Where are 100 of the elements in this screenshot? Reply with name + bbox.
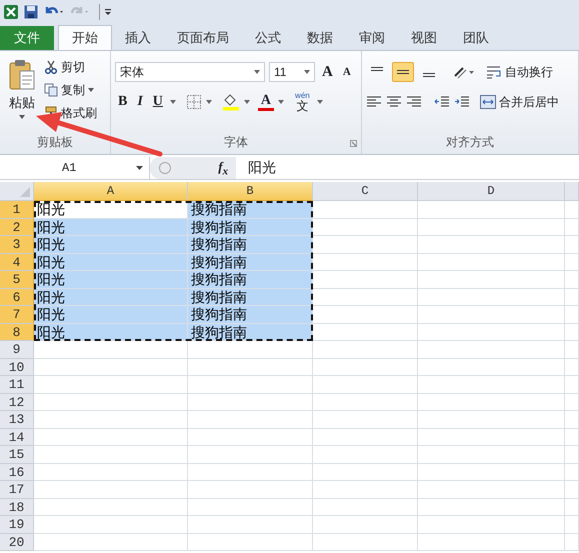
clipboard-icon — [8, 59, 36, 91]
row-header[interactable]: 19 — [0, 516, 34, 534]
table-cell: 阳光 — [34, 236, 188, 254]
table-cell: 阳光 — [34, 254, 188, 271]
row-header[interactable]: 11 — [0, 376, 34, 394]
wrap-text-button[interactable]: 自动换行 — [486, 62, 553, 82]
row-header[interactable]: 14 — [0, 428, 34, 446]
table-cell — [565, 324, 579, 341]
table-cell — [565, 341, 579, 358]
ribbon-tab[interactable]: 视图 — [398, 26, 450, 50]
table-cell: 搜狗指南 — [188, 254, 313, 271]
row-header[interactable]: 10 — [0, 358, 34, 376]
table-cell — [565, 394, 579, 411]
row-header[interactable]: 18 — [0, 498, 34, 516]
fill-bucket-icon[interactable] — [222, 93, 240, 111]
table-cell — [565, 428, 579, 446]
table-cell — [565, 464, 579, 481]
caret-icon — [19, 115, 25, 119]
row-header[interactable]: 12 — [0, 394, 34, 411]
row-header[interactable]: 4 — [0, 254, 34, 271]
copy-icon — [44, 83, 58, 97]
row-header[interactable]: 3 — [0, 236, 34, 254]
table-cell: 阳光 — [34, 271, 188, 288]
save-icon[interactable] — [23, 4, 39, 20]
ribbon-tab[interactable]: 公式 — [242, 26, 294, 50]
caret-icon — [170, 100, 176, 104]
row-header[interactable]: 15 — [0, 446, 34, 464]
scissors-icon — [44, 60, 58, 74]
formula-input[interactable]: 阳光 — [236, 159, 276, 177]
column-header[interactable]: B — [188, 182, 313, 201]
shrink-font-button[interactable]: A — [340, 66, 354, 78]
table-cell: 搜狗指南 — [188, 306, 313, 324]
ribbon-tab[interactable]: 文件 — [0, 26, 54, 50]
column-header[interactable]: A — [34, 182, 188, 201]
row-header[interactable]: 6 — [0, 288, 34, 306]
ribbon-tab[interactable]: 插入 — [112, 26, 164, 50]
table-cell — [565, 254, 579, 271]
wrap-text-icon — [486, 65, 502, 79]
ribbon-tab[interactable]: 开始 — [58, 25, 112, 50]
table-cell: 阳光 — [34, 218, 188, 236]
table-cell: 阳光 — [34, 288, 188, 306]
caret-icon — [206, 100, 212, 104]
table-cell — [565, 201, 579, 218]
paste-button[interactable]: 粘贴 — [4, 57, 40, 134]
row-header[interactable]: 8 — [0, 324, 34, 341]
column-header[interactable]: D — [418, 182, 565, 201]
row-header[interactable]: 1 — [0, 201, 34, 218]
row-header[interactable]: 7 — [0, 306, 34, 324]
font-color-button[interactable]: A — [258, 94, 274, 110]
table-cell: 阳光 — [34, 306, 188, 324]
underline-button[interactable]: U — [150, 94, 166, 110]
group-label: 对齐方式 — [446, 134, 494, 151]
row-header[interactable]: 17 — [0, 481, 34, 498]
font-size-dropdown[interactable]: 11 — [269, 62, 315, 82]
align-right-icon[interactable] — [406, 95, 422, 109]
grow-font-button[interactable]: A — [319, 64, 336, 80]
phonetic-button[interactable]: wén 文 — [292, 92, 313, 112]
excel-logo-icon[interactable] — [3, 4, 19, 20]
align-top-icon — [370, 67, 384, 71]
ribbon-tab[interactable]: 团队 — [450, 26, 502, 50]
table-cell — [565, 516, 579, 534]
column-header[interactable]: C — [313, 182, 418, 201]
row-header[interactable]: 5 — [0, 271, 34, 288]
font-name-dropdown[interactable]: 宋体 — [115, 62, 265, 82]
table-cell — [565, 534, 579, 551]
row-header[interactable]: 9 — [0, 341, 34, 358]
caret-icon — [88, 88, 94, 92]
align-bottom-icon — [422, 73, 436, 77]
bold-button[interactable]: B — [115, 94, 130, 110]
copy-button[interactable]: 复制 — [44, 80, 97, 100]
borders-icon[interactable] — [186, 94, 202, 110]
cut-button[interactable]: 剪切 — [44, 57, 97, 77]
table-cell — [565, 236, 579, 254]
row-header[interactable]: 16 — [0, 464, 34, 481]
align-left-icon[interactable] — [366, 95, 382, 109]
expand-handle-icon[interactable] — [158, 161, 172, 175]
caret-icon — [136, 166, 143, 170]
ribbon-tab[interactable]: 数据 — [294, 26, 346, 50]
dialog-launcher-icon[interactable] — [350, 140, 357, 147]
caret-icon — [244, 100, 250, 104]
row-header[interactable]: 20 — [0, 534, 34, 551]
customize-menu-icon[interactable] — [99, 4, 113, 20]
table-cell — [565, 376, 579, 394]
insert-function-button[interactable]: f$_{x}$ — [218, 158, 228, 178]
ribbon-tab[interactable]: 页面布局 — [164, 26, 242, 50]
ribbon-tab[interactable]: 审阅 — [346, 26, 398, 50]
decrease-indent-icon[interactable] — [434, 95, 450, 109]
merge-center-button[interactable]: 合并后居中 — [480, 92, 559, 112]
vertical-align-button[interactable] — [392, 62, 414, 82]
table-cell — [565, 288, 579, 306]
table-cell — [565, 411, 579, 428]
merge-cells-icon — [480, 95, 496, 109]
table-cell — [565, 446, 579, 464]
group-label: 字体 — [224, 134, 248, 151]
align-center-icon[interactable] — [386, 95, 402, 109]
increase-indent-icon[interactable] — [454, 95, 470, 109]
row-header[interactable]: 13 — [0, 411, 34, 428]
italic-button[interactable]: I — [134, 94, 146, 110]
caret-icon — [254, 70, 260, 74]
row-header[interactable]: 2 — [0, 218, 34, 236]
